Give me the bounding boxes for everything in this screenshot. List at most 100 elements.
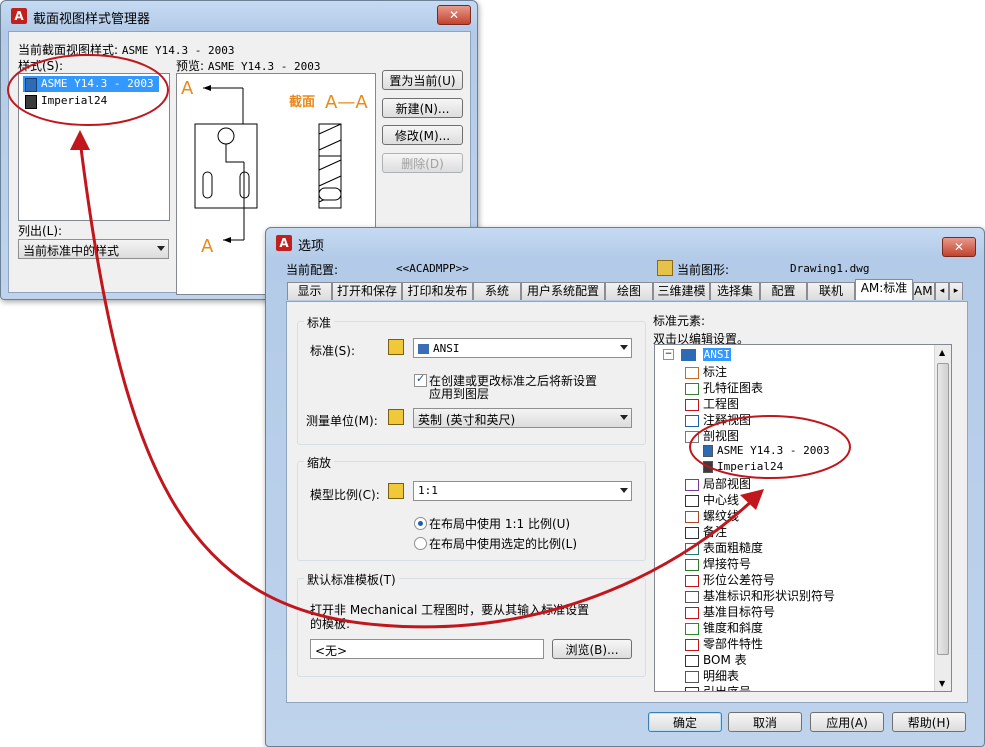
tree-element-icon xyxy=(685,494,699,507)
tree-element-icon xyxy=(685,670,699,683)
tab-am-more[interactable]: AM: xyxy=(913,282,935,300)
style-item-imperial24[interactable]: Imperial24 xyxy=(23,93,159,109)
scale-1to1-label: 在布局中使用 1:1 比例(U) xyxy=(429,517,571,531)
tree-item[interactable]: 螺纹线 xyxy=(685,507,739,523)
tree-child-item[interactable]: ASME Y14.3 - 2003 xyxy=(703,443,830,459)
preview-label-a-bottom: A xyxy=(201,236,214,257)
options-titlebar[interactable]: A 选项 ✕ xyxy=(266,228,984,258)
tree-element-icon xyxy=(685,526,699,539)
section-style-icon xyxy=(703,444,713,457)
scale-selected-label: 在布局中使用选定的比例(L) xyxy=(429,537,578,551)
manager-title: 截面视图样式管理器 xyxy=(33,12,151,27)
standard-dropdown[interactable]: ANSI xyxy=(413,338,632,358)
tab-plot-publish[interactable]: 打印和发布 xyxy=(402,282,473,300)
collapse-icon[interactable]: − xyxy=(663,349,674,360)
check-icon: ✓ xyxy=(416,372,426,385)
scroll-thumb[interactable] xyxy=(937,363,949,655)
tree-item[interactable]: 焊接符号 xyxy=(685,555,751,571)
tree-item[interactable]: BOM 表 xyxy=(685,651,747,667)
styles-list[interactable]: ASME Y14.3 - 2003 Imperial24 xyxy=(18,73,170,221)
tree-item[interactable]: 零部件特性 xyxy=(685,635,763,651)
tree-item[interactable]: 局部视图 xyxy=(685,475,751,491)
preview-label-aa: A—A xyxy=(325,92,368,113)
scale-selected-radio[interactable] xyxy=(414,537,427,550)
tab-selection[interactable]: 选择集 xyxy=(710,282,760,300)
tab-drafting[interactable]: 绘图 xyxy=(605,282,653,300)
units-dropdown[interactable]: 英制 (英寸和英尺) xyxy=(413,408,632,428)
delete-style-button[interactable]: 删除(D) xyxy=(382,153,463,173)
options-close-button[interactable]: ✕ xyxy=(942,237,976,257)
section-style-icon xyxy=(25,95,37,109)
scroll-down-icon[interactable]: ▼ xyxy=(939,679,945,688)
tree-item[interactable]: 备注 xyxy=(685,523,727,539)
tab-am-standards[interactable]: AM:标准 xyxy=(855,279,913,300)
manager-titlebar[interactable]: A 截面视图样式管理器 ✕ xyxy=(1,1,477,31)
tree-item[interactable]: 形位公差符号 xyxy=(685,571,775,587)
tree-item[interactable]: 引出序号 xyxy=(685,683,751,691)
preview-value: ASME Y14.3 - 2003 xyxy=(207,60,321,73)
tree-element-icon xyxy=(685,654,699,667)
tree-item[interactable]: 锥度和斜度 xyxy=(685,619,763,635)
tree-item[interactable]: 孔特征图表 xyxy=(685,379,763,395)
apply-button[interactable]: 应用(A) xyxy=(810,712,884,732)
tree-item[interactable]: 明细表 xyxy=(685,667,739,683)
tree-item[interactable]: 表面粗糙度 xyxy=(685,539,763,555)
options-tab-strip: 显示 打开和保存 打印和发布 系统 用户系统配置 绘图 三维建模 选择集 配置 … xyxy=(287,279,967,302)
current-profile-value: <<ACADMPP>> xyxy=(396,262,469,275)
apply-to-layers-checkbox[interactable]: ✓ xyxy=(414,372,427,387)
tree-element-icon xyxy=(685,510,699,523)
set-current-button[interactable]: 置为当前(U) xyxy=(382,70,463,90)
scale-lock-icon[interactable] xyxy=(388,483,404,499)
new-style-button[interactable]: 新建(N)... xyxy=(382,98,463,118)
list-filter-dropdown[interactable]: 当前标准中的样式 xyxy=(18,239,169,259)
styles-label: 样式(S): xyxy=(18,59,64,73)
tree-element-icon xyxy=(685,398,699,411)
cancel-button[interactable]: 取消 xyxy=(728,712,802,732)
units-lock-icon[interactable] xyxy=(388,409,404,425)
tree-root-ansi[interactable]: − ANSI xyxy=(663,347,732,363)
manager-close-button[interactable]: ✕ xyxy=(437,5,471,25)
tree-element-icon xyxy=(685,430,699,443)
scale-1to1-radio[interactable] xyxy=(414,517,427,530)
standard-elements-tree[interactable]: − ANSI 标注 孔特征图表 工程图 注释视图 剖视图 ASME Y14.3 - 200… xyxy=(654,344,952,692)
tree-element-icon xyxy=(685,478,699,491)
chevron-down-icon xyxy=(620,415,628,420)
standard-label: 标准(S): xyxy=(310,344,356,358)
scroll-up-icon[interactable]: ▲ xyxy=(939,348,945,357)
tree-item[interactable]: 工程图 xyxy=(685,395,739,411)
style-item-asme[interactable]: ASME Y14.3 - 2003 xyxy=(23,76,159,92)
help-button[interactable]: 帮助(H) xyxy=(892,712,966,732)
tab-3d-modeling[interactable]: 三维建模 xyxy=(653,282,710,300)
drawing-file-icon xyxy=(657,260,673,276)
tree-item[interactable]: 剖视图 xyxy=(685,427,739,443)
template-path-input[interactable]: <无> xyxy=(310,639,544,659)
tree-child-item[interactable]: Imperial24 xyxy=(703,459,783,475)
current-profile-label: 当前配置: xyxy=(286,263,339,277)
template-group: 默认标准模板(T) 打开非 Mechanical 工程图时，要从其输入标准设置 … xyxy=(297,571,646,677)
tree-item[interactable]: 标注 xyxy=(685,363,727,379)
tree-item[interactable]: 基准标识和形状识别符号 xyxy=(685,587,835,603)
tab-profiles[interactable]: 配置 xyxy=(760,282,807,300)
autocad-logo-icon: A xyxy=(276,235,292,251)
modify-style-button[interactable]: 修改(M)... xyxy=(382,125,463,145)
chevron-down-icon xyxy=(620,345,628,350)
tree-item[interactable]: 基准目标符号 xyxy=(685,603,775,619)
tab-display[interactable]: 显示 xyxy=(287,282,332,300)
tree-element-icon xyxy=(685,366,699,379)
tab-user-preferences[interactable]: 用户系统配置 xyxy=(521,282,605,300)
tab-open-save[interactable]: 打开和保存 xyxy=(332,282,402,300)
model-scale-label: 模型比例(C): xyxy=(310,488,380,502)
tree-item[interactable]: 中心线 xyxy=(685,491,739,507)
ok-button[interactable]: 确定 xyxy=(648,712,722,732)
units-label: 测量单位(M): xyxy=(306,414,378,428)
standard-lock-icon[interactable] xyxy=(388,339,404,355)
tree-item[interactable]: 注释视图 xyxy=(685,411,751,427)
browse-button[interactable]: 浏览(B)... xyxy=(552,639,632,659)
tab-system[interactable]: 系统 xyxy=(473,282,521,300)
tab-scroll-left-icon[interactable]: ◂ xyxy=(935,282,949,300)
book-icon xyxy=(418,343,429,354)
model-scale-dropdown[interactable]: 1:1 xyxy=(413,481,632,501)
tab-scroll-right-icon[interactable]: ▸ xyxy=(949,282,963,300)
tree-scrollbar[interactable]: ▲ ▼ xyxy=(934,345,951,691)
tab-online[interactable]: 联机 xyxy=(807,282,855,300)
